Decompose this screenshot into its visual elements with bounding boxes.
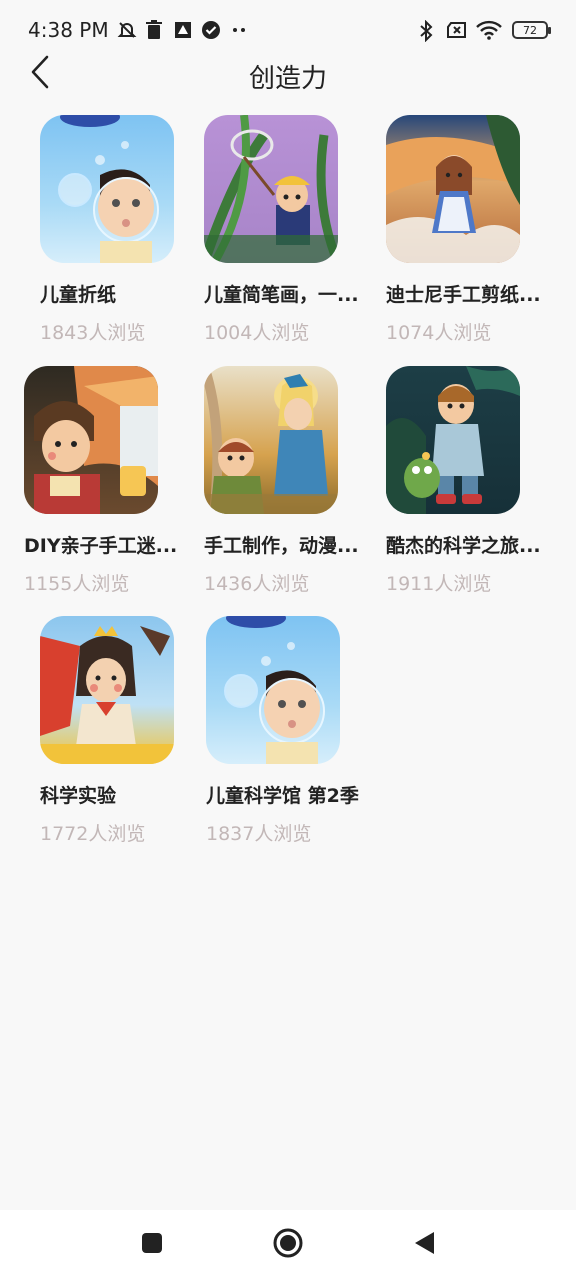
item-title: 手工制作，动漫...	[204, 535, 359, 557]
item-title: DIY亲子手工迷...	[24, 535, 178, 557]
item-views: 1837人浏览	[206, 823, 312, 845]
item-views: 1436人浏览	[204, 573, 310, 595]
item-views: 1911人浏览	[386, 573, 492, 595]
status-right: 72	[416, 19, 551, 43]
home-button[interactable]	[268, 1225, 308, 1265]
cover-image	[204, 115, 338, 263]
list-item[interactable]: 科学实验 1772人浏览	[40, 616, 210, 851]
item-title: 儿童折纸	[40, 284, 117, 306]
status-left: 4:38 PM	[28, 18, 249, 42]
list-item[interactable]: 儿童简笔画，一... 1004人浏览	[204, 115, 374, 350]
back-nav-button[interactable]	[404, 1225, 444, 1265]
item-title: 儿童简笔画，一...	[204, 284, 359, 306]
list-item[interactable]: 儿童科学馆 第2季 1837人浏览	[206, 616, 376, 851]
bluetooth-icon	[416, 19, 436, 43]
back-triangle-icon	[412, 1230, 436, 1260]
cover-image	[206, 616, 340, 764]
battery-icon: 72	[512, 21, 551, 39]
header: 创造力	[0, 50, 576, 100]
item-views: 1155人浏览	[24, 573, 130, 595]
cover-image	[24, 366, 158, 514]
item-views: 1772人浏览	[40, 823, 146, 845]
check-circle-icon	[201, 20, 221, 40]
list-item[interactable]: 酷杰的科学之旅... 1911人浏览	[386, 366, 556, 601]
battery-level: 72	[523, 23, 537, 37]
trash-icon	[145, 20, 165, 40]
app-icon	[173, 20, 193, 40]
cover-image	[386, 115, 520, 263]
status-time: 4:38 PM	[28, 18, 109, 42]
page-title: 创造力	[248, 64, 327, 94]
sim-off-icon	[446, 20, 466, 40]
item-views: 1074人浏览	[386, 322, 492, 344]
recents-square-icon	[140, 1231, 164, 1259]
list-item[interactable]: DIY亲子手工迷... 1155人浏览	[24, 366, 194, 601]
wifi-icon	[476, 20, 502, 40]
muted-bell-icon	[117, 20, 137, 40]
system-nav-bar	[0, 1210, 576, 1280]
cover-image	[40, 616, 174, 764]
item-views: 1004人浏览	[204, 322, 310, 344]
cover-image	[204, 366, 338, 514]
cover-image	[386, 366, 520, 514]
item-title: 迪士尼手工剪纸...	[386, 284, 541, 306]
item-title: 儿童科学馆 第2季	[206, 785, 359, 807]
list-item[interactable]: 手工制作，动漫... 1436人浏览	[204, 366, 374, 601]
more-icon	[229, 20, 249, 40]
list-item[interactable]: 儿童折纸 1843人浏览	[40, 115, 210, 350]
item-views: 1843人浏览	[40, 322, 146, 344]
cover-image	[40, 115, 174, 263]
recents-button[interactable]	[132, 1225, 172, 1265]
list-item[interactable]: 迪士尼手工剪纸... 1074人浏览	[386, 115, 556, 350]
item-title: 科学实验	[40, 785, 117, 807]
home-circle-icon	[272, 1227, 304, 1263]
item-title: 酷杰的科学之旅...	[386, 535, 541, 557]
